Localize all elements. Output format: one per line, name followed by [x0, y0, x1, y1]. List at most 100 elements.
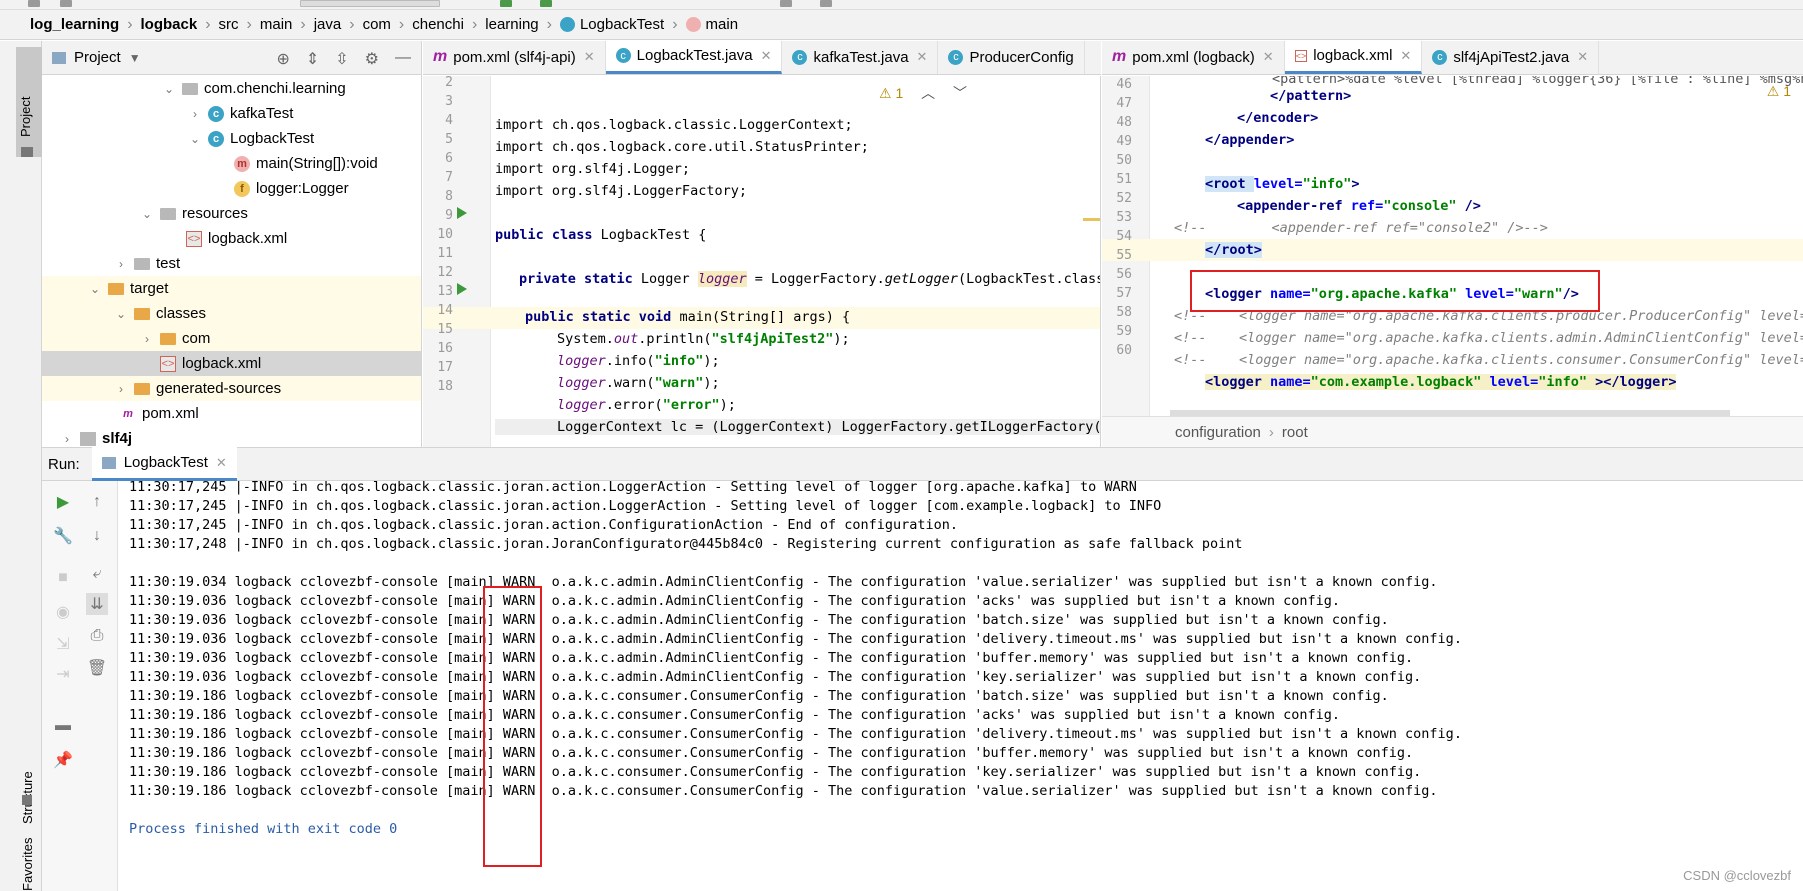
chevron-right-icon[interactable]: ›: [114, 257, 128, 271]
close-icon[interactable]: ✕: [917, 49, 928, 65]
previous-highlight-icon[interactable]: ︿: [921, 85, 935, 101]
chevron-right-icon[interactable]: ›: [114, 382, 128, 396]
up-arrow-icon[interactable]: ↑: [86, 491, 108, 513]
tree-item[interactable]: › com: [42, 326, 421, 351]
layout-icon[interactable]: ▬: [52, 715, 74, 737]
warning-count[interactable]: ⚠ 1: [879, 85, 903, 101]
exit-icon[interactable]: ⇲: [52, 633, 74, 655]
chevron-down-icon[interactable]: ⌄: [188, 132, 202, 146]
breadcrumb-item[interactable]: LogbackTest: [580, 16, 664, 33]
method-icon: [685, 17, 701, 32]
console-output[interactable]: 11:30:17,245 |-INFO in ch.qos.logback.cl…: [119, 481, 1803, 891]
tree-item[interactable]: ⌄ resources: [42, 201, 421, 226]
line-number: 55: [1116, 248, 1132, 263]
tree-item[interactable]: › slf4j: [42, 426, 421, 447]
wrench-icon[interactable]: 🔧: [52, 525, 74, 547]
breadcrumb-item[interactable]: java: [314, 16, 342, 33]
run-gutter-icon[interactable]: [457, 283, 467, 295]
close-icon[interactable]: ✕: [1263, 49, 1274, 65]
chevron-down-icon[interactable]: ⌄: [140, 207, 154, 221]
breadcrumb-item[interactable]: main: [706, 16, 739, 33]
breadcrumb-item[interactable]: com: [363, 16, 391, 33]
breadcrumb-item[interactable]: log_learning: [30, 16, 119, 33]
xml-file-icon: <>: [1294, 49, 1308, 62]
chevron-right-icon[interactable]: ›: [140, 332, 154, 346]
tree-item[interactable]: › generated-sources: [42, 376, 421, 401]
tree-item[interactable]: m main(String[]):void: [42, 151, 421, 176]
next-highlight-icon[interactable]: ﹀: [953, 85, 967, 101]
breadcrumb-item[interactable]: main: [260, 16, 293, 33]
inspection-widget[interactable]: ⚠ 1 ︿ ﹀: [879, 83, 967, 103]
locate-icon[interactable]: ⊕: [276, 49, 289, 69]
expand-all-icon[interactable]: ⇕: [306, 49, 319, 69]
minimize-icon[interactable]: —: [395, 49, 411, 69]
line-number: 51: [1116, 172, 1132, 187]
gear-icon[interactable]: ⚙: [365, 49, 379, 69]
run-icon[interactable]: [500, 0, 512, 7]
close-icon[interactable]: ✕: [584, 49, 595, 65]
close-icon[interactable]: ✕: [216, 455, 227, 471]
chevron-down-icon[interactable]: ⌄: [114, 307, 128, 321]
close-icon[interactable]: ✕: [1577, 49, 1588, 65]
project-view-title[interactable]: Project: [74, 49, 121, 66]
tree-item[interactable]: ⌄ com.chenchi.learning: [42, 76, 421, 101]
breadcrumb-item[interactable]: learning: [485, 16, 538, 33]
code-line: <!-- <appender-ref ref="console2" />-->: [1174, 220, 1548, 236]
tree-item[interactable]: <> logback.xml: [42, 351, 421, 376]
tree-item-label: LogbackTest: [230, 130, 315, 147]
run-gutter-icon[interactable]: [457, 207, 467, 219]
chevron-right-icon[interactable]: ›: [60, 432, 74, 446]
soft-wrap-icon[interactable]: ⤶: [86, 563, 108, 585]
favorites-tool-label[interactable]: Favorites: [20, 838, 35, 891]
chevron-right-icon[interactable]: ›: [188, 107, 202, 121]
chevron-down-icon[interactable]: ▼: [129, 51, 141, 65]
breadcrumb-item[interactable]: logback: [141, 16, 198, 33]
tree-item[interactable]: m pom.xml: [42, 401, 421, 426]
run-config-select[interactable]: [300, 0, 440, 7]
xml-breadcrumb-item[interactable]: configuration: [1175, 424, 1261, 441]
rerun-icon[interactable]: ▶: [52, 491, 74, 513]
editor-tab[interactable]: c LogbackTest.java ✕: [605, 41, 783, 74]
toolbar-icon[interactable]: [780, 0, 792, 7]
close-icon[interactable]: ✕: [761, 48, 772, 64]
editor-tab-label: pom.xml (logback): [1132, 48, 1255, 66]
toolbar-icon[interactable]: [28, 0, 40, 7]
stop-icon[interactable]: ■: [52, 567, 74, 589]
console-line: 11:30:17,245 |-INFO in ch.qos.logback.cl…: [129, 498, 1162, 514]
print-icon[interactable]: ⎙: [86, 625, 108, 647]
breadcrumb-item[interactable]: src: [219, 16, 239, 33]
down-arrow-icon[interactable]: ↓: [86, 525, 108, 547]
breadcrumb-item[interactable]: chenchi: [412, 16, 464, 33]
collapse-all-icon[interactable]: ⇳: [335, 49, 348, 69]
tree-item[interactable]: ⌄ classes: [42, 301, 421, 326]
tree-item[interactable]: ⌄ c LogbackTest: [42, 126, 421, 151]
java-editor[interactable]: 2 3 4 5 6 7 8 9 10 11 12 13 14 15 16 17 18 ⚠ 1 ︿ ﹀ impor…: [423, 76, 1101, 447]
scroll-to-end-icon[interactable]: ⇊: [86, 593, 108, 615]
login-icon[interactable]: ⇥: [52, 663, 74, 685]
editor-tab[interactable]: <> logback.xml ✕: [1284, 41, 1423, 74]
tree-item[interactable]: › c kafkaTest: [42, 101, 421, 126]
chevron-down-icon[interactable]: ⌄: [88, 282, 102, 296]
xml-breadcrumb-item[interactable]: root: [1282, 424, 1308, 441]
editor-tab[interactable]: c slf4jApiTest2.java ✕: [1422, 41, 1600, 74]
close-icon[interactable]: ✕: [1400, 48, 1411, 64]
tree-item[interactable]: ⌄ target: [42, 276, 421, 301]
editor-tab[interactable]: m pom.xml (slf4j-api) ✕: [423, 41, 606, 74]
run-tab-label[interactable]: LogbackTest: [124, 454, 208, 471]
tree-item[interactable]: f logger:Logger: [42, 176, 421, 201]
trash-icon[interactable]: 🗑: [86, 657, 108, 679]
pin-icon[interactable]: 📌: [52, 749, 74, 771]
xml-editor[interactable]: 46 47 48 49 50 51 52 53 54 55 56 57 58 59 60 ⚠ 1 <patt…: [1102, 76, 1803, 416]
project-tool-label[interactable]: Project: [18, 97, 33, 137]
editor-tab[interactable]: c ProducerConfig: [938, 41, 1085, 74]
debug-icon[interactable]: [540, 0, 552, 7]
editor-tab[interactable]: m pom.xml (logback) ✕: [1102, 41, 1285, 74]
run-tab[interactable]: LogbackTest ✕: [91, 447, 237, 481]
toolbar-icon[interactable]: [60, 0, 72, 7]
chevron-down-icon[interactable]: ⌄: [162, 82, 176, 96]
editor-tab[interactable]: c kafkaTest.java ✕: [782, 41, 939, 74]
toolbar-icon[interactable]: [820, 0, 832, 7]
camera-icon[interactable]: ◉: [52, 601, 74, 623]
tree-item[interactable]: <> logback.xml: [42, 226, 421, 251]
tree-item[interactable]: › test: [42, 251, 421, 276]
